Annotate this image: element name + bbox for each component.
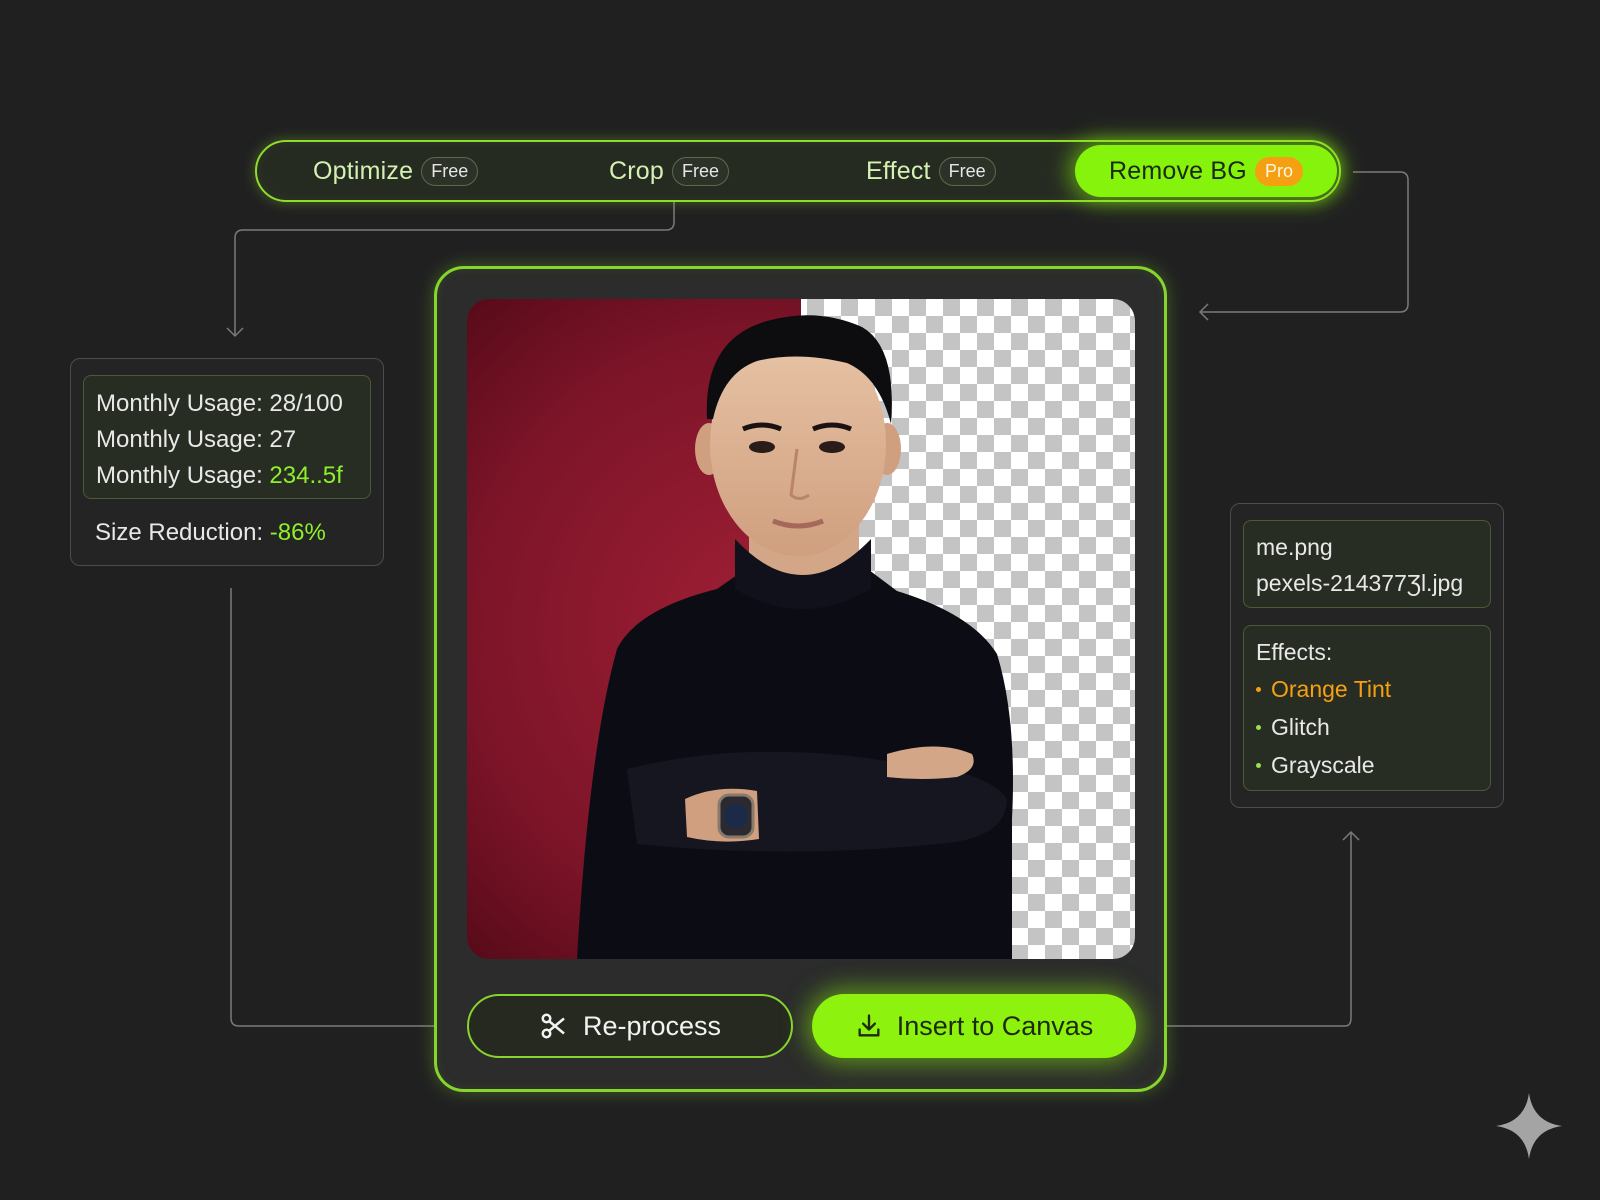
tab-optimize-label: Optimize	[313, 156, 414, 185]
effect-item-glitch[interactable]: Glitch	[1256, 708, 1478, 746]
scissors-icon	[541, 1013, 565, 1039]
usage-row: Monthly Usage: 27	[96, 422, 358, 458]
size-reduction-row: Size Reduction: -86%	[95, 519, 326, 547]
file-list: me.png pexels-214377Ʒl.jpg	[1243, 520, 1491, 608]
effect-label: Glitch	[1271, 714, 1330, 740]
tab-remove-bg[interactable]: Remove BG Pro	[1075, 145, 1337, 197]
size-reduction-label: Size Reduction:	[95, 519, 264, 546]
bullet-icon	[1256, 762, 1261, 768]
usage-value: 27	[269, 426, 297, 453]
sparkle-icon	[1496, 1093, 1562, 1159]
tab-crop[interactable]: Crop Free	[609, 142, 730, 200]
usage-row: Monthly Usage: 28/100	[96, 386, 358, 422]
effect-item-grayscale[interactable]: Grayscale	[1256, 746, 1478, 784]
usage-stats-panel: Monthly Usage: 28/100 Monthly Usage: 27 …	[70, 358, 384, 566]
image-preview-card: Re-process Insert to Canvas	[434, 266, 1167, 1092]
portrait-image	[467, 299, 1135, 959]
usage-value: 28/100	[269, 390, 343, 417]
tab-optimize[interactable]: Optimize Free	[313, 142, 479, 200]
reprocess-label: Re-process	[582, 1010, 722, 1041]
insert-label: Insert to Canvas	[896, 1010, 1094, 1041]
tab-effect[interactable]: Effect Free	[866, 142, 996, 200]
insert-to-canvas-button[interactable]: Insert to Canvas	[812, 994, 1136, 1058]
photo-preview	[467, 299, 1135, 959]
bullet-icon	[1256, 686, 1261, 692]
free-badge: Free	[672, 156, 730, 186]
file-item[interactable]: me.png	[1256, 529, 1478, 565]
effects-title: Effects:	[1256, 639, 1333, 665]
usage-label: Monthly Usage:	[96, 462, 263, 489]
tool-toolbar: Optimize Free Crop Free Effect Free Remo…	[255, 140, 1341, 202]
tab-crop-label: Crop	[609, 156, 664, 185]
effects-list: Effects: Orange Tint Glitch Grayscale	[1243, 625, 1491, 791]
bullet-icon	[1256, 724, 1261, 730]
file-item[interactable]: pexels-214377Ʒl.jpg	[1256, 565, 1478, 601]
tab-effect-label: Effect	[866, 156, 931, 185]
effect-label: Orange Tint	[1271, 676, 1392, 702]
size-reduction-value: -86%	[269, 519, 326, 546]
monthly-usage-box: Monthly Usage: 28/100 Monthly Usage: 27 …	[83, 375, 371, 499]
tab-remove-bg-label: Remove BG	[1109, 156, 1247, 185]
reprocess-button[interactable]: Re-process	[467, 994, 793, 1058]
usage-label: Monthly Usage:	[96, 390, 263, 417]
usage-label: Monthly Usage:	[96, 426, 263, 453]
effect-item-orange-tint[interactable]: Orange Tint	[1256, 670, 1478, 708]
pro-badge: Pro	[1254, 156, 1303, 186]
files-effects-panel: me.png pexels-214377Ʒl.jpg Effects: Oran…	[1230, 503, 1504, 808]
usage-row: Monthly Usage: 234..5f	[96, 458, 358, 494]
download-icon	[858, 1014, 880, 1037]
free-badge: Free	[421, 156, 479, 186]
usage-value: 234..5f	[269, 462, 343, 489]
free-badge: Free	[938, 156, 996, 186]
effect-label: Grayscale	[1271, 752, 1375, 778]
